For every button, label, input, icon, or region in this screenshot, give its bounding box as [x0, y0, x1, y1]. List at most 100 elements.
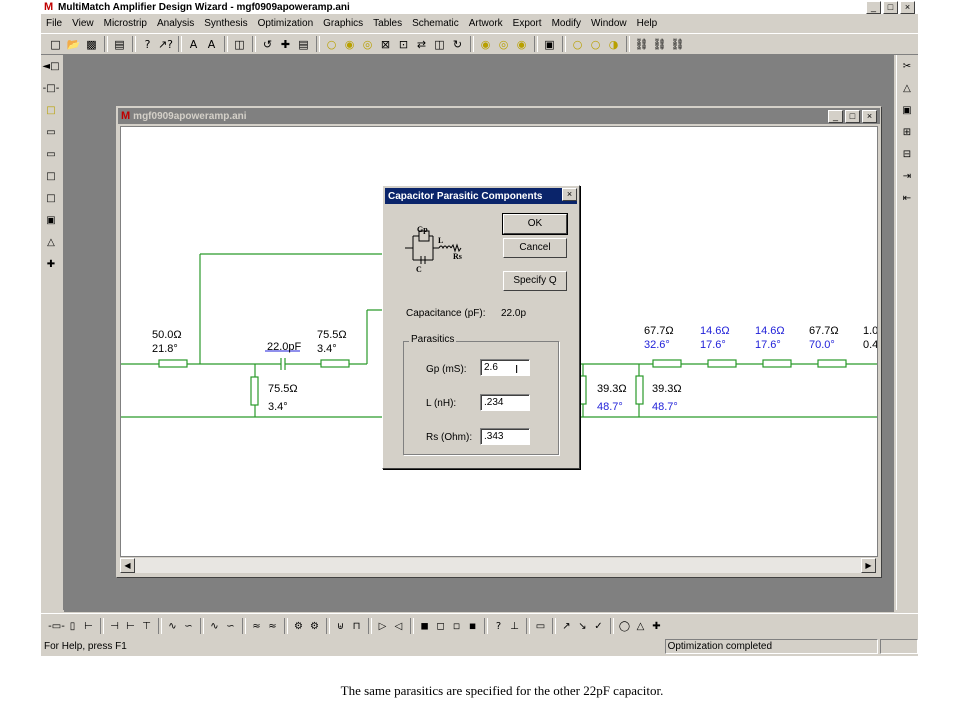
- cancel-button[interactable]: Cancel: [503, 238, 567, 258]
- shunt-element-icon[interactable]: -□-: [41, 77, 61, 99]
- cross-icon[interactable]: ✚: [649, 617, 664, 635]
- child-maximize-button[interactable]: □: [845, 110, 860, 123]
- toolbar-icon-8[interactable]: ◫: [431, 36, 448, 53]
- ground-icon[interactable]: △: [41, 231, 61, 253]
- context-help-icon[interactable]: ↗?: [157, 36, 174, 53]
- ok-button[interactable]: OK: [502, 213, 568, 235]
- series-capacitor-icon[interactable]: ⊣: [107, 617, 122, 635]
- yellow-box-icon[interactable]: □: [41, 99, 61, 121]
- resistor-icon[interactable]: -▭-: [48, 617, 65, 635]
- cir-icon[interactable]: ▭: [41, 121, 61, 143]
- diode-icon[interactable]: ▷: [375, 617, 390, 635]
- rs-field[interactable]: .343: [480, 428, 530, 445]
- wizard-a-icon[interactable]: A: [185, 36, 202, 53]
- fet-d-icon[interactable]: ◾: [465, 617, 480, 635]
- component-icon[interactable]: ▣: [41, 209, 61, 231]
- circle-icon[interactable]: ◎: [359, 36, 376, 53]
- toolbar-icon-3[interactable]: ✚: [277, 36, 294, 53]
- menu-schematic[interactable]: Schematic: [407, 18, 464, 29]
- open-icon[interactable]: 📂: [65, 36, 82, 53]
- menu-optimization[interactable]: Optimization: [253, 18, 319, 29]
- ground-icon[interactable]: △: [633, 617, 648, 635]
- scroll-right-icon[interactable]: ▶: [861, 558, 876, 573]
- wizard-b-icon[interactable]: A: [203, 36, 220, 53]
- circle-icon[interactable]: ○: [323, 36, 340, 53]
- minimize-button[interactable]: _: [866, 1, 881, 14]
- cross-icon[interactable]: ✚: [41, 253, 61, 275]
- rlc-shunt-icon[interactable]: ∽: [223, 617, 238, 635]
- child-close-button[interactable]: ×: [862, 110, 877, 123]
- menu-export[interactable]: Export: [508, 18, 547, 29]
- menu-window[interactable]: Window: [586, 18, 632, 29]
- gp-field[interactable]: 2.6: [480, 359, 530, 376]
- cut-icon[interactable]: ✂: [897, 55, 917, 77]
- print-icon[interactable]: ▤: [111, 36, 128, 53]
- menu-graphics[interactable]: Graphics: [318, 18, 368, 29]
- menu-modify[interactable]: Modify: [547, 18, 586, 29]
- port-out-icon[interactable]: □: [41, 187, 61, 209]
- ground-icon[interactable]: △: [897, 77, 917, 99]
- toolbar-icon-17[interactable]: ⛓: [633, 36, 650, 53]
- line-icon[interactable]: ⊎: [333, 617, 348, 635]
- shunt-inductor-icon[interactable]: ∽: [181, 617, 196, 635]
- toolbar-icon-7[interactable]: ⇄: [413, 36, 430, 53]
- menu-synthesis[interactable]: Synthesis: [199, 18, 252, 29]
- new-icon[interactable]: □: [47, 36, 64, 53]
- child-minimize-button[interactable]: _: [828, 110, 843, 123]
- toolbar-icon-6[interactable]: ⊡: [395, 36, 412, 53]
- inductor-icon[interactable]: ∿: [165, 617, 180, 635]
- save-icon[interactable]: ▩: [83, 36, 100, 53]
- remove-icon[interactable]: ⊟: [897, 143, 917, 165]
- toolbar-icon-10[interactable]: ◉: [477, 36, 494, 53]
- maximize-button[interactable]: □: [883, 1, 898, 14]
- toolbar-icon-16[interactable]: ◑: [605, 36, 622, 53]
- toolbar-icon-11[interactable]: ◎: [495, 36, 512, 53]
- horizontal-scrollbar[interactable]: ◀ ▶: [120, 558, 876, 573]
- toolbar-icon-17[interactable]: ⛓: [651, 36, 668, 53]
- menu-microstrip[interactable]: Microstrip: [99, 18, 152, 29]
- series-inductor-icon[interactable]: ⊢: [123, 617, 138, 635]
- shunt-capacitor-icon[interactable]: ⊤: [139, 617, 154, 635]
- menu-file[interactable]: File: [41, 18, 67, 29]
- series-element-icon[interactable]: ◄□: [41, 55, 61, 77]
- scroll-left-icon[interactable]: ◀: [120, 558, 135, 573]
- toolbar-icon-2[interactable]: ↺: [259, 36, 276, 53]
- cil-icon[interactable]: ▭: [41, 143, 61, 165]
- toolbar-icon-12[interactable]: ◉: [513, 36, 530, 53]
- two-port-icon[interactable]: ▭: [533, 617, 548, 635]
- transformer-b-icon[interactable]: ≈: [265, 617, 280, 635]
- help-icon[interactable]: ?: [139, 36, 156, 53]
- node-icon[interactable]: ▣: [897, 99, 917, 121]
- line-b-icon[interactable]: ⊓: [349, 617, 364, 635]
- capacitor-label[interactable]: 22.0pF: [267, 341, 301, 353]
- rlc-icon[interactable]: ∿: [207, 617, 222, 635]
- menu-view[interactable]: View: [67, 18, 99, 29]
- arrow-left-icon[interactable]: ⇤: [897, 187, 917, 209]
- toolbar-icon-1[interactable]: ◫: [231, 36, 248, 53]
- shunt-resistor-icon[interactable]: ▯: [65, 617, 80, 635]
- add-icon[interactable]: ⊞: [897, 121, 917, 143]
- bracket-icon[interactable]: ⊥: [507, 617, 522, 635]
- toolbar-icon-17[interactable]: ⛓: [669, 36, 686, 53]
- gear-b-icon[interactable]: ⚙: [307, 617, 322, 635]
- port-in-icon[interactable]: □: [41, 165, 61, 187]
- gear-icon[interactable]: ⚙: [291, 617, 306, 635]
- arrow-right-icon[interactable]: ⇥: [897, 165, 917, 187]
- box-icon[interactable]: ⊠: [377, 36, 394, 53]
- probe-icon[interactable]: ◯: [617, 617, 632, 635]
- menu-help[interactable]: Help: [632, 18, 663, 29]
- capacitor-icon[interactable]: ⊢: [81, 617, 96, 635]
- menu-analysis[interactable]: Analysis: [152, 18, 199, 29]
- l-field[interactable]: .234: [480, 394, 530, 411]
- arrow-c-icon[interactable]: ✓: [591, 617, 606, 635]
- question-icon[interactable]: ?: [491, 617, 506, 635]
- arrow-b-icon[interactable]: ↘: [575, 617, 590, 635]
- toolbar-icon-14[interactable]: ○: [569, 36, 586, 53]
- toolbar-icon-9[interactable]: ↻: [449, 36, 466, 53]
- arrow-icon[interactable]: ↗: [559, 617, 574, 635]
- transformer-icon[interactable]: ≈: [249, 617, 264, 635]
- fet-icon[interactable]: ◼: [417, 617, 432, 635]
- menu-artwork[interactable]: Artwork: [464, 18, 508, 29]
- close-button[interactable]: ×: [900, 1, 915, 14]
- specify-q-button[interactable]: Specify Q: [503, 271, 567, 291]
